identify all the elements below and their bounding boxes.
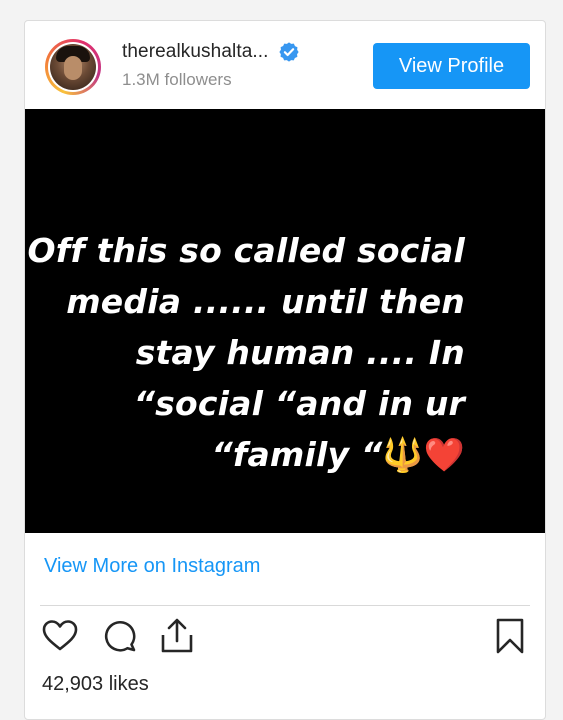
comment-icon[interactable]	[101, 617, 139, 655]
username[interactable]: therealkushalta...	[122, 41, 269, 63]
post-actions	[25, 617, 545, 657]
username-row: therealkushalta...	[122, 41, 300, 63]
post-header: therealkushalta... 1.3M followers View P…	[25, 21, 545, 109]
post-image[interactable]: Off this so called social media ...... u…	[25, 109, 545, 533]
heart-icon[interactable]	[41, 617, 79, 655]
verified-badge-icon	[278, 41, 300, 63]
avatar[interactable]	[45, 39, 101, 95]
view-more-on-instagram-link[interactable]: View More on Instagram	[44, 555, 260, 578]
share-icon[interactable]	[158, 617, 196, 655]
post-text-line: stay human .... In	[135, 333, 465, 372]
post-text-line: Off this so called social	[27, 231, 465, 270]
like-count: 42,903 likes	[42, 673, 149, 695]
trident-emoji: 🔱	[382, 435, 424, 474]
post-text-line: “social “and in ur	[133, 384, 465, 423]
bookmark-icon[interactable]	[491, 617, 529, 655]
post-text-line: media ...... until then	[66, 282, 465, 321]
view-profile-button[interactable]: View Profile	[373, 43, 530, 89]
follower-count: 1.3M followers	[122, 70, 232, 89]
post-text-line: “family “🔱❤️	[211, 435, 465, 474]
heart-emoji: ❤️	[423, 435, 465, 474]
post-caption-text: Off this so called social media ...... u…	[25, 225, 465, 480]
divider	[40, 605, 530, 606]
avatar-image	[50, 44, 96, 90]
instagram-embed-card: therealkushalta... 1.3M followers View P…	[24, 20, 546, 720]
